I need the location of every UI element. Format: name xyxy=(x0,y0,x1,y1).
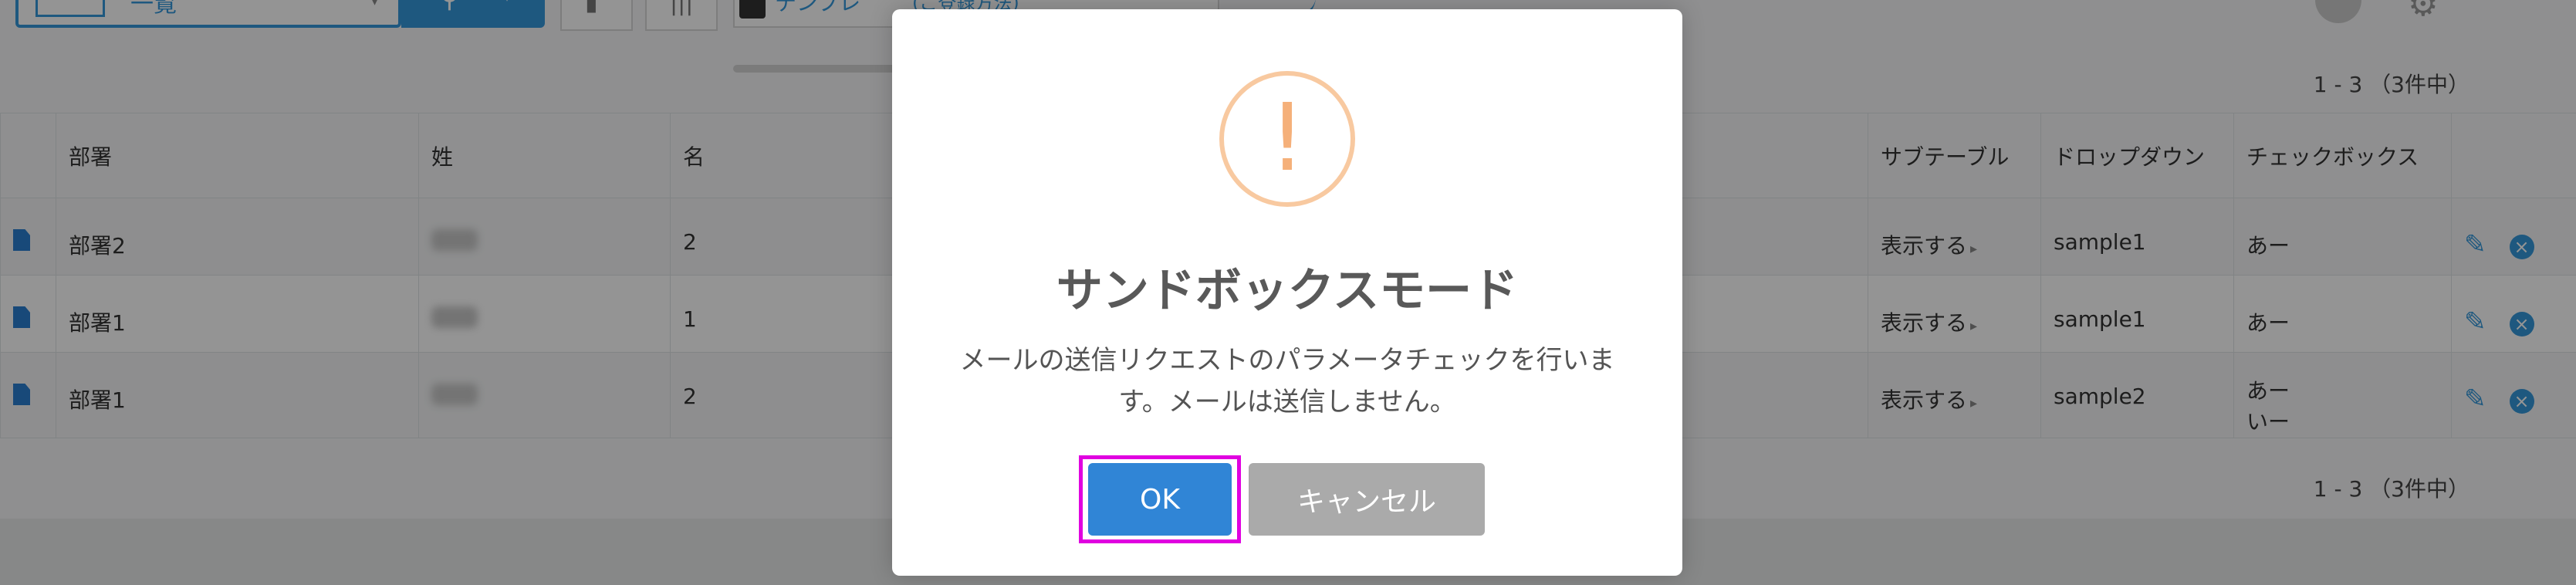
cancel-button[interactable]: キャンセル xyxy=(1249,463,1485,536)
dialog-message: メールの送信リクエストのパラメータチェックを行います。メールは送信しません。 xyxy=(959,345,1615,418)
dialog-title: サンドボックスモード xyxy=(1056,264,1519,318)
sandbox-mode-dialog: ! サンドボックスモード メールの送信リクエストのパラメータチェックを行います。… xyxy=(892,9,1682,576)
warning-icon: ! xyxy=(1219,71,1355,207)
ok-button[interactable]: OK xyxy=(1088,463,1232,536)
